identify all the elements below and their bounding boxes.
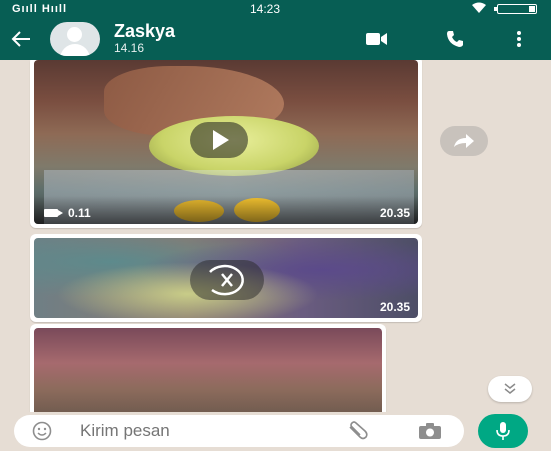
video-camera-icon <box>44 209 63 217</box>
video-message[interactable]: 20.35 <box>30 234 422 322</box>
play-icon[interactable] <box>190 122 248 158</box>
chat-header: Zaskya 14.16 <box>0 18 551 60</box>
last-seen: 14.16 <box>114 41 145 55</box>
message-time: 20.35 <box>379 300 410 314</box>
camera-icon[interactable] <box>418 422 442 440</box>
video-message[interactable] <box>30 324 386 412</box>
default-avatar-icon[interactable] <box>50 22 100 56</box>
video-message[interactable]: 0.11 20.35 <box>30 60 422 228</box>
mic-icon[interactable] <box>478 414 528 448</box>
video-duration: 0.11 <box>44 206 91 220</box>
video-thumbnail[interactable]: 0.11 20.35 <box>34 60 418 224</box>
message-input-container[interactable] <box>14 415 464 447</box>
cancel-download-icon[interactable] <box>190 260 264 300</box>
chat-area[interactable]: 0.11 20.35 20.35 <box>0 60 551 412</box>
battery-icon <box>494 4 537 14</box>
video-thumbnail[interactable]: 20.35 <box>34 238 418 318</box>
message-input[interactable] <box>80 421 320 441</box>
arrow-left-icon[interactable] <box>8 26 34 52</box>
more-vertical-icon[interactable] <box>508 28 530 50</box>
double-chevron-down-icon[interactable] <box>488 376 532 402</box>
status-bar: Gııll Hııll 14:23 <box>0 0 551 18</box>
message-time: 20.35 <box>379 206 410 220</box>
duration-text: 0.11 <box>68 206 91 220</box>
emoji-icon[interactable] <box>32 421 52 441</box>
forward-icon[interactable] <box>440 126 488 156</box>
video-call-icon[interactable] <box>366 28 388 50</box>
phone-icon[interactable] <box>444 28 466 50</box>
input-bar <box>0 412 551 451</box>
paperclip-icon[interactable] <box>346 421 368 441</box>
wifi-icon <box>471 2 487 17</box>
status-time: 14:23 <box>250 2 281 16</box>
contact-name[interactable]: Zaskya <box>114 21 175 42</box>
carrier-signal: Gııll Hııll <box>12 3 68 15</box>
video-thumbnail[interactable] <box>34 328 382 412</box>
